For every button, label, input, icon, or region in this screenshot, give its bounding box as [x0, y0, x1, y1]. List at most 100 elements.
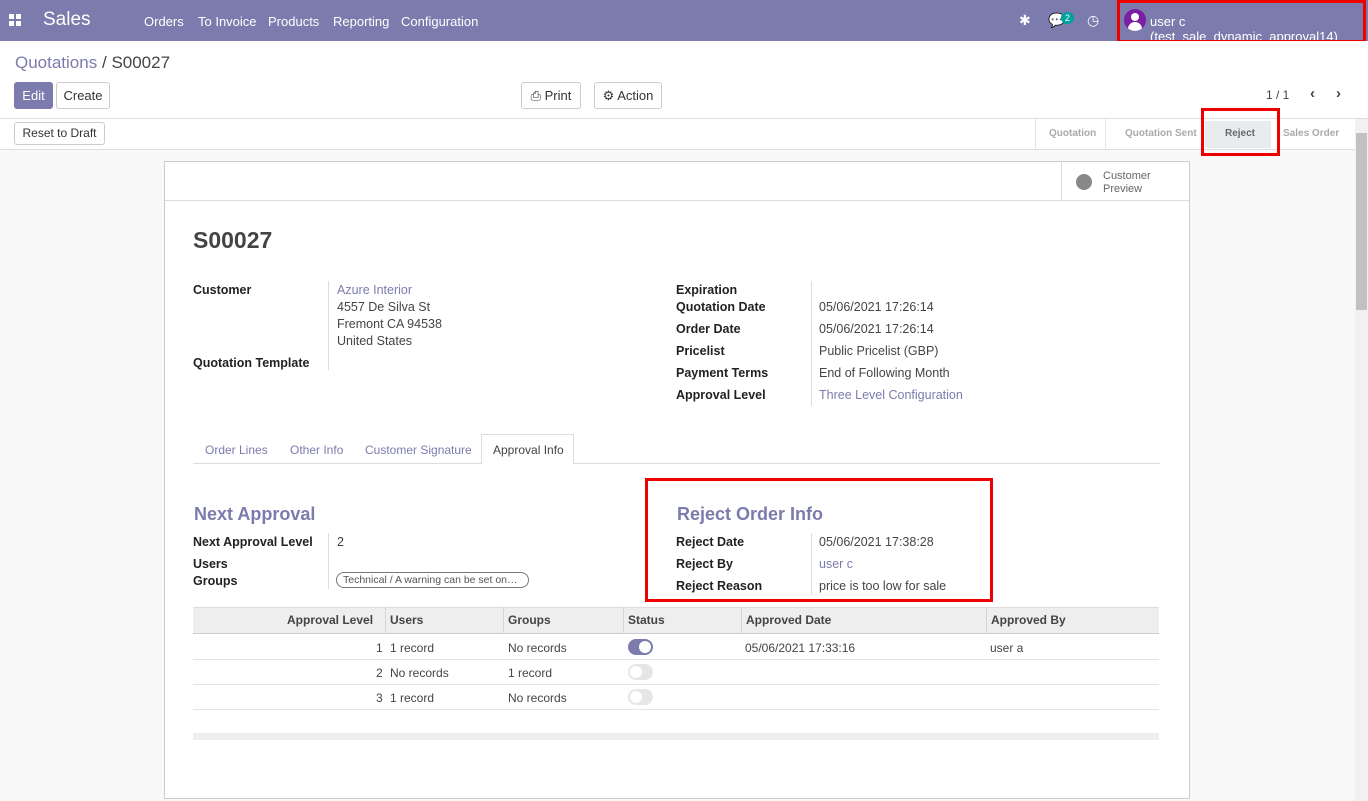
- column-separator: [741, 607, 742, 634]
- header-approved-by[interactable]: Approved By: [991, 613, 1066, 627]
- customer-link[interactable]: Azure Interior: [337, 283, 412, 297]
- action-button[interactable]: ⚙ Action: [594, 82, 662, 109]
- menu-to-invoice[interactable]: To Invoice: [198, 14, 257, 29]
- groups-label: Groups: [193, 574, 238, 588]
- highlight-user: [1117, 0, 1366, 43]
- cell-level: 2: [376, 666, 383, 680]
- app-brand[interactable]: Sales: [43, 9, 91, 31]
- breadcrumb: Quotations / S00027: [15, 53, 170, 73]
- expiration-label: Expiration: [676, 283, 738, 297]
- print-button[interactable]: ⎙ Print: [521, 82, 581, 109]
- button-box-divider: [165, 200, 1189, 201]
- address-line-3: United States: [337, 334, 413, 348]
- customer-label: Customer: [193, 283, 252, 297]
- column-separator: [503, 607, 504, 634]
- field-divider: [328, 533, 329, 589]
- quotation-date-label: Quotation Date: [676, 300, 766, 314]
- payment-terms-label: Payment Terms: [676, 366, 769, 380]
- print-label: Print: [544, 88, 572, 103]
- tab-order-lines[interactable]: Order Lines: [205, 443, 268, 457]
- field-divider: [811, 281, 812, 406]
- breadcrumb-current: S00027: [111, 53, 171, 72]
- approval-level-link[interactable]: Three Level Configuration: [819, 388, 963, 402]
- quotation-date-value: 05/06/2021 17:26:14: [819, 300, 934, 314]
- order-date-value: 05/06/2021 17:26:14: [819, 322, 934, 336]
- pricelist-label: Pricelist: [676, 344, 725, 358]
- cell-users: No records: [390, 666, 449, 680]
- users-label: Users: [193, 557, 228, 571]
- menu-orders[interactable]: Orders: [144, 14, 184, 29]
- preview-line-1: Customer: [1103, 170, 1151, 182]
- header-approval-level[interactable]: Approval Level: [287, 613, 373, 627]
- status-divider: [1105, 119, 1106, 150]
- address-line-1: 4557 De Silva St: [337, 300, 431, 314]
- order-date-label: Order Date: [676, 322, 741, 336]
- action-label: Action: [617, 88, 654, 103]
- clock-icon[interactable]: ◷: [1087, 12, 1099, 29]
- status-toggle[interactable]: [628, 639, 653, 655]
- cell-approved-date: 05/06/2021 17:33:16: [745, 641, 856, 655]
- highlight-reject-status: [1201, 108, 1280, 156]
- cell-level: 3: [376, 691, 383, 705]
- tab-other-info[interactable]: Other Info: [290, 443, 343, 457]
- pricelist-value: Public Pricelist (GBP): [819, 344, 939, 358]
- header-users[interactable]: Users: [390, 613, 423, 627]
- pager-value[interactable]: 1 / 1: [1266, 88, 1289, 102]
- tabs-divider: [193, 463, 1160, 464]
- header-approved-date[interactable]: Approved Date: [746, 613, 831, 627]
- apps-menu-icon[interactable]: [9, 14, 21, 26]
- menu-reporting[interactable]: Reporting: [333, 14, 389, 29]
- pager-previous-icon[interactable]: ‹: [1310, 85, 1315, 102]
- status-quotation[interactable]: Quotation: [1049, 128, 1096, 139]
- column-separator: [385, 607, 386, 634]
- header-groups[interactable]: Groups: [508, 613, 551, 627]
- record-title: S00027: [193, 227, 273, 253]
- print-icon: ⎙: [530, 88, 542, 103]
- payment-terms-value: End of Following Month: [819, 366, 950, 380]
- quotation-template-label: Quotation Template: [193, 356, 310, 370]
- menu-configuration[interactable]: Configuration: [401, 14, 478, 29]
- customer-preview-label[interactable]: Customer Preview: [1103, 170, 1173, 196]
- reset-to-draft-button[interactable]: Reset to Draft: [14, 122, 105, 145]
- cell-approved-by: user a: [990, 641, 1024, 655]
- status-sales-order[interactable]: Sales Order: [1283, 128, 1339, 139]
- status-divider: [1035, 119, 1036, 150]
- cell-level: 1: [376, 641, 383, 655]
- table-row[interactable]: [193, 685, 1159, 710]
- approval-level-label: Approval Level: [676, 388, 766, 402]
- cell-users: 1 record: [390, 641, 435, 655]
- address-line-2: Fremont CA 94538: [337, 317, 442, 331]
- status-toggle[interactable]: [628, 689, 653, 705]
- column-separator: [623, 607, 624, 634]
- cell-groups: No records: [508, 641, 567, 655]
- cell-groups: No records: [508, 691, 567, 705]
- pager-next-icon[interactable]: ›: [1336, 85, 1341, 102]
- create-button[interactable]: Create: [56, 82, 110, 109]
- next-approval-level-value: 2: [337, 535, 344, 549]
- next-approval-title: Next Approval: [194, 504, 316, 524]
- status-quotation-sent[interactable]: Quotation Sent: [1125, 128, 1197, 139]
- group-tag[interactable]: Technical / A warning can be set on…: [336, 572, 529, 588]
- gear-icon: ⚙: [602, 88, 615, 103]
- menu-products[interactable]: Products: [268, 14, 319, 29]
- tab-approval-info[interactable]: Approval Info: [493, 443, 564, 457]
- field-divider: [328, 281, 329, 370]
- status-toggle[interactable]: [628, 664, 653, 680]
- next-approval-level-label: Next Approval Level: [193, 535, 313, 549]
- breadcrumb-quotations[interactable]: Quotations: [15, 53, 97, 72]
- control-panel: [0, 41, 1368, 119]
- globe-icon: [1076, 174, 1092, 190]
- highlight-reject-info: [645, 478, 993, 602]
- preview-line-2: Preview: [1103, 183, 1143, 195]
- scrollbar-thumb[interactable]: [1356, 133, 1367, 310]
- edit-button[interactable]: Edit: [14, 82, 53, 109]
- tab-customer-signature[interactable]: Customer Signature: [365, 443, 472, 457]
- cell-users: 1 record: [390, 691, 435, 705]
- header-status[interactable]: Status: [628, 613, 665, 627]
- bug-icon[interactable]: ✱: [1019, 12, 1031, 29]
- column-separator: [986, 607, 987, 634]
- breadcrumb-separator: /: [101, 53, 107, 72]
- table-row[interactable]: [193, 660, 1159, 685]
- cell-groups: 1 record: [508, 666, 553, 680]
- table-footer: [193, 733, 1159, 740]
